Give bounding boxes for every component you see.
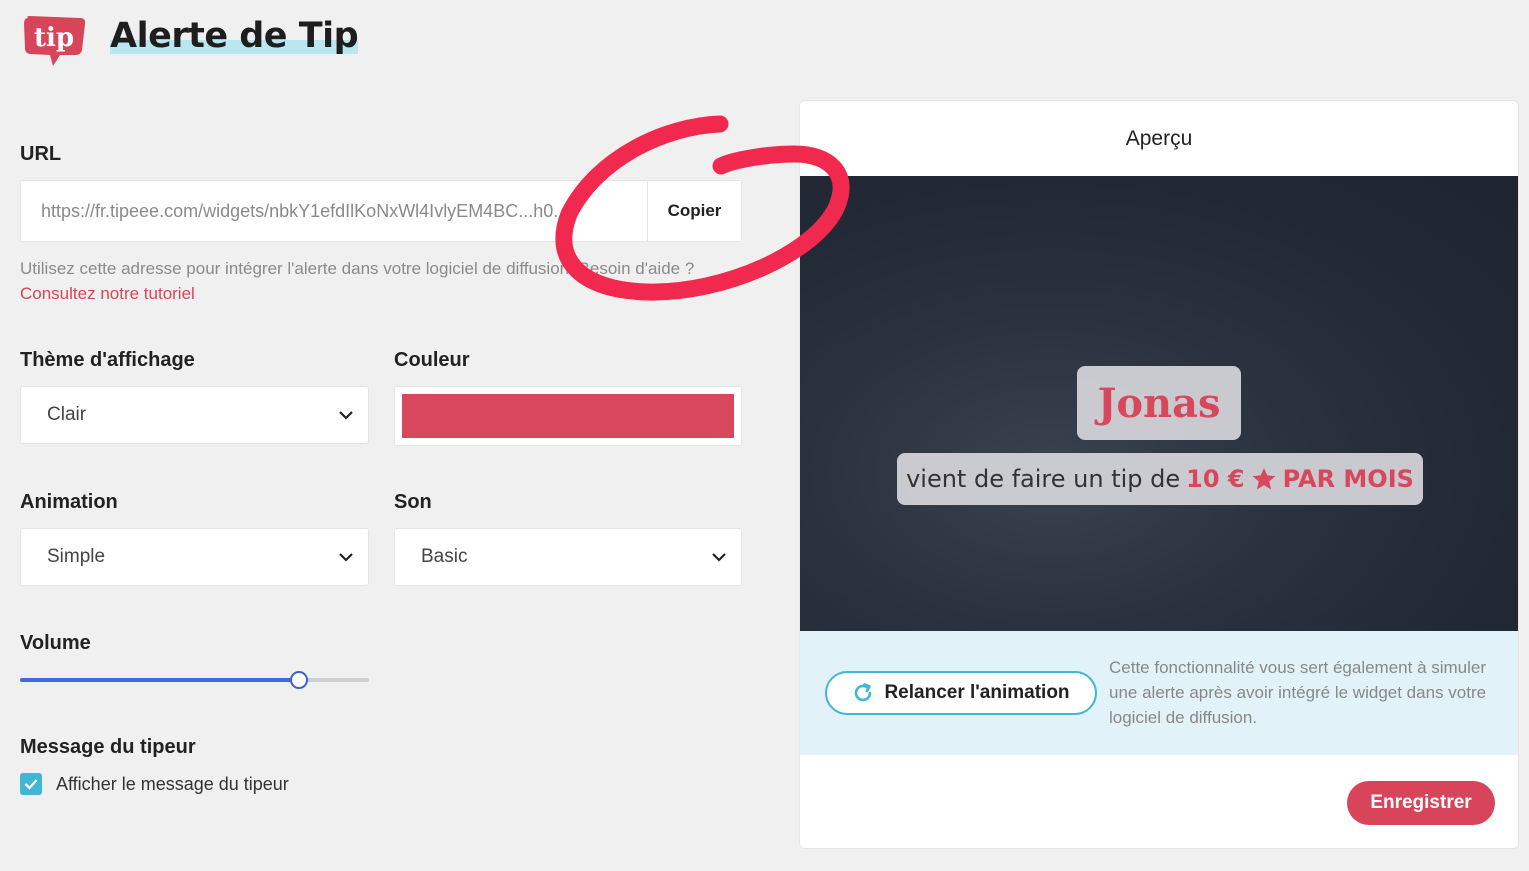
replay-info-band: Relancer l'animation Cette fonctionnalit… [800, 631, 1518, 755]
logo-text: tip [34, 23, 74, 53]
chevron-down-icon [712, 553, 726, 562]
chevron-down-icon [339, 411, 353, 420]
tip-message: vient de faire un tip de 10 € PAR MOIS [897, 453, 1423, 505]
sound-label: Son [394, 491, 432, 513]
replay-animation-button[interactable]: Relancer l'animation [825, 671, 1097, 715]
volume-handle[interactable] [290, 671, 309, 689]
url-help-text: Utilisez cette adresse pour intégrer l'a… [20, 259, 695, 303]
theme-select-value: Clair [47, 404, 87, 425]
animation-select[interactable]: Simple [20, 528, 369, 586]
color-label: Couleur [394, 349, 470, 371]
volume-fill [20, 678, 300, 682]
chevron-down-icon [339, 553, 353, 562]
show-tipper-message-text: Afficher le message du tipeur [56, 773, 289, 794]
animation-label: Animation [20, 491, 118, 513]
replay-animation-label: Relancer l'animation [884, 682, 1070, 703]
volume-slider[interactable] [20, 670, 369, 690]
tip-frequency: PAR MOIS [1282, 465, 1414, 493]
alert-preview: Jonas vient de faire un tip de 10 € PAR … [800, 176, 1518, 631]
preview-title: Aperçu [1125, 126, 1193, 150]
tipper-message-label: Message du tipeur [20, 736, 196, 758]
theme-label: Thème d'affichage [20, 349, 195, 371]
color-picker[interactable] [394, 386, 742, 446]
show-tipper-message-checkbox[interactable] [20, 773, 42, 795]
tip-amount: 10 € [1186, 465, 1245, 493]
show-tipper-message-row[interactable]: Afficher le message du tipeur [20, 773, 289, 795]
save-button[interactable]: Enregistrer [1347, 781, 1495, 825]
refresh-icon [855, 683, 872, 702]
tipeee-logo: tip [22, 14, 88, 68]
sound-select[interactable]: Basic [394, 528, 742, 586]
animation-select-value: Simple [47, 546, 106, 567]
replay-info-text: Cette fonctionnalité vous sert également… [1109, 658, 1487, 727]
color-swatch[interactable] [402, 394, 734, 438]
url-value[interactable]: https://fr.tipeee.com/widgets/nbkY1efdIl… [21, 201, 647, 222]
page-title: Alerte de Tip [110, 16, 359, 56]
tip-message-prefix: vient de faire un tip de [906, 465, 1181, 493]
volume-label: Volume [20, 632, 91, 654]
tutorial-link[interactable]: Consultez notre tutoriel [20, 284, 195, 303]
tipper-name: Jonas [1077, 366, 1241, 440]
checkmark-icon [24, 779, 38, 790]
url-label: URL [20, 143, 62, 165]
url-field[interactable]: https://fr.tipeee.com/widgets/nbkY1efdIl… [20, 180, 742, 242]
sound-select-value: Basic [421, 546, 468, 567]
preview-card: Aperçu Jonas vient de faire un tip de 10… [799, 100, 1519, 849]
star-icon [1252, 467, 1275, 490]
theme-select[interactable]: Clair [20, 386, 369, 444]
copy-button[interactable]: Copier [647, 181, 741, 241]
